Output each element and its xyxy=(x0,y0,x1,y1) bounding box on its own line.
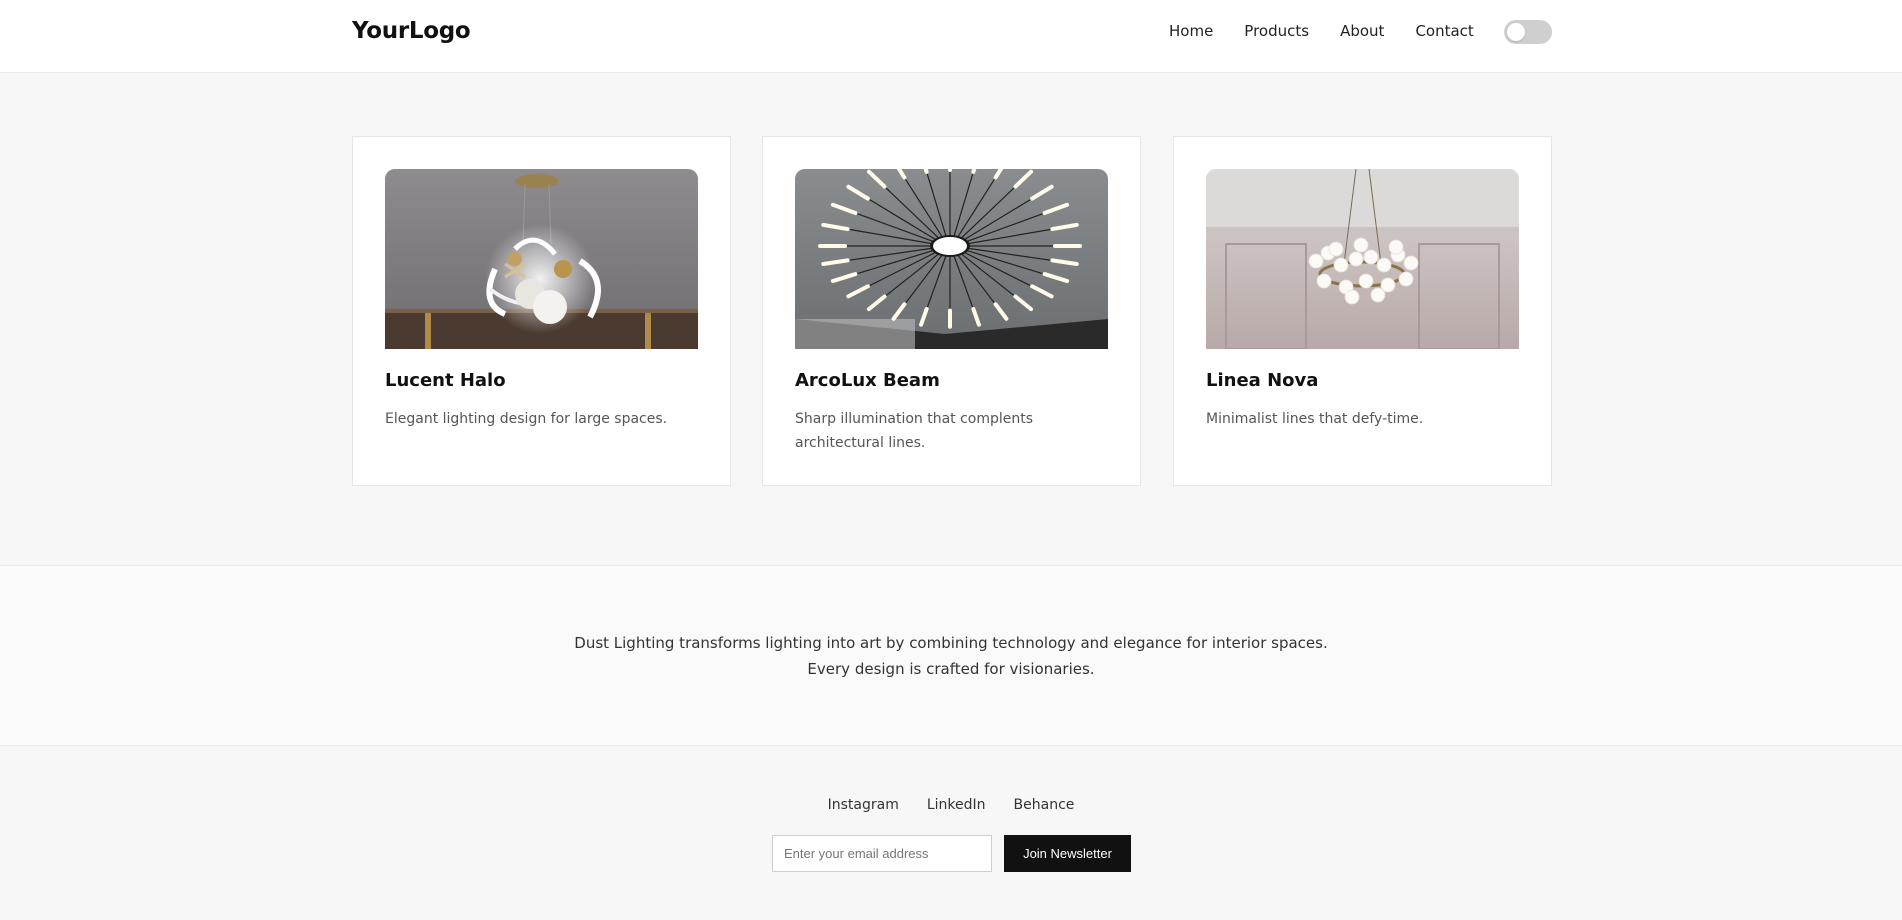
product-title: Linea Nova xyxy=(1206,370,1319,391)
nav-contact-link[interactable]: Contact xyxy=(1415,22,1473,40)
main-nav: Home Products About Contact xyxy=(1169,22,1474,40)
linkedin-link[interactable]: LinkedIn xyxy=(927,797,986,813)
toggle-knob xyxy=(1507,23,1525,41)
join-newsletter-button[interactable]: Join Newsletter xyxy=(1004,835,1131,872)
email-input[interactable] xyxy=(772,835,992,872)
product-image-linea-nova xyxy=(1206,169,1519,349)
product-image-lucent-halo xyxy=(385,169,698,349)
instagram-link[interactable]: Instagram xyxy=(828,797,899,813)
logo[interactable]: YourLogo xyxy=(352,18,471,44)
behance-link[interactable]: Behance xyxy=(1014,797,1075,813)
product-card[interactable]: ArcoLux Beam Sharp illumination that com… xyxy=(762,136,1141,486)
product-description: Elegant lighting design for large spaces… xyxy=(385,411,668,427)
site-header: YourLogo Home Products About Contact xyxy=(0,0,1902,73)
nav-home-link[interactable]: Home xyxy=(1169,22,1213,40)
product-image-arcolux-beam xyxy=(795,169,1108,349)
product-card[interactable]: Linea Nova Minimalist lines that defy-ti… xyxy=(1173,136,1552,486)
about-section: Dust Lighting transforms lighting into a… xyxy=(0,565,1902,746)
nav-products-link[interactable]: Products xyxy=(1244,22,1309,40)
social-links: Instagram LinkedIn Behance xyxy=(0,797,1902,813)
about-text-line-1: Dust Lighting transforms lighting into a… xyxy=(574,634,1328,652)
product-title: Lucent Halo xyxy=(385,370,506,391)
newsletter-form: Join Newsletter xyxy=(772,835,1131,872)
site-footer: Instagram LinkedIn Behance Join Newslett… xyxy=(0,746,1902,920)
about-text-line-2: Every design is crafted for visionaries. xyxy=(807,660,1095,678)
product-card[interactable]: Lucent Halo Elegant lighting design for … xyxy=(352,136,731,486)
nav-about-link[interactable]: About xyxy=(1340,22,1384,40)
product-description: Minimalist lines that defy-time. xyxy=(1206,411,1424,427)
theme-toggle[interactable] xyxy=(1504,20,1552,44)
product-title: ArcoLux Beam xyxy=(795,370,940,391)
products-section: Lucent Halo Elegant lighting design for … xyxy=(0,73,1902,565)
product-description: Sharp illumination that complents archit… xyxy=(795,411,1034,451)
